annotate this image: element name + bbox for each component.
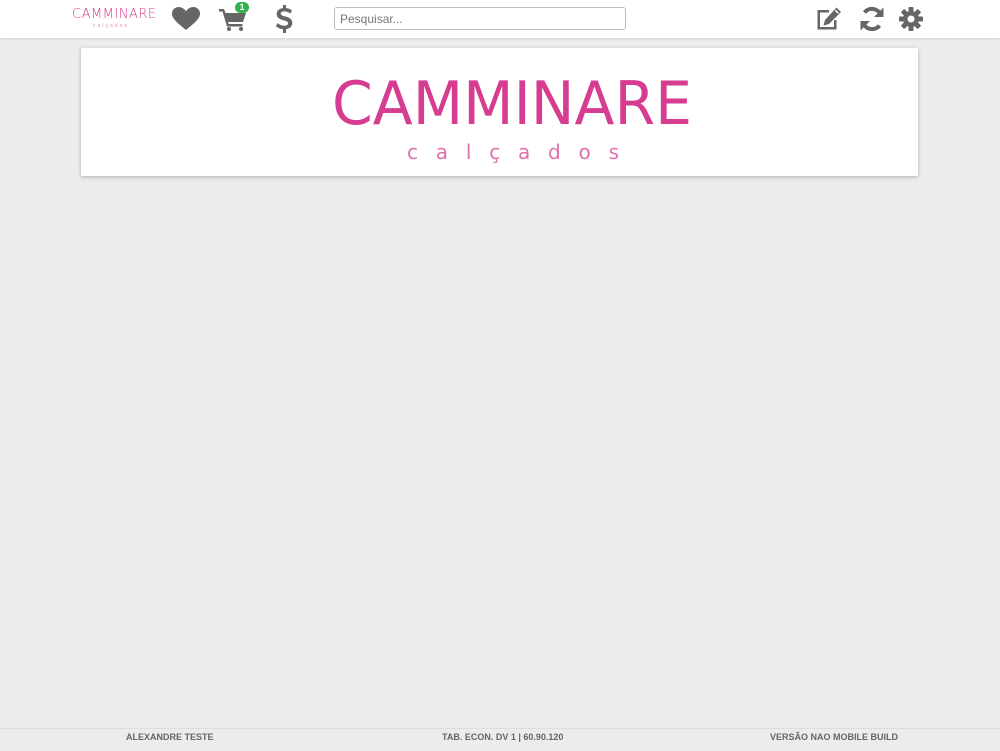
settings-button[interactable]: [897, 0, 925, 38]
gear-icon: [899, 7, 923, 31]
footer-price-table: TAB. ECON. DV 1 | 60.90.120: [442, 732, 564, 742]
cart-button[interactable]: 1: [216, 0, 250, 38]
search-input[interactable]: [334, 7, 626, 30]
price-button[interactable]: [270, 0, 298, 38]
banner-logo-word: CAMMINARE: [332, 69, 692, 139]
dollar-icon: [275, 5, 293, 33]
footer-user: ALEXANDRE TESTE: [126, 732, 214, 742]
header-logo-sub: calçados: [93, 23, 129, 29]
header-logo[interactable]: CAMMINARE calçados: [72, 7, 157, 29]
heart-icon: [172, 7, 200, 30]
edit-button[interactable]: [812, 0, 844, 38]
header-logo-word: CAMMINARE: [72, 7, 157, 22]
footer-version: VERSÃO NAO MOBILE BUILD: [770, 732, 899, 742]
sync-button[interactable]: [857, 0, 887, 38]
brand-banner: CAMMINARE calçados: [81, 48, 918, 176]
edit-icon: [817, 7, 841, 30]
favorites-button[interactable]: [170, 0, 202, 38]
top-toolbar: CAMMINARE calçados 1: [0, 0, 1000, 39]
cart-count-badge: 1: [235, 2, 249, 13]
camminare-logo: CAMMINARE calçados: [332, 69, 692, 164]
refresh-icon: [860, 6, 884, 32]
banner-logo-sub: calçados: [407, 140, 619, 164]
status-footer: ALEXANDRE TESTE TAB. ECON. DV 1 | 60.90.…: [0, 728, 1000, 751]
